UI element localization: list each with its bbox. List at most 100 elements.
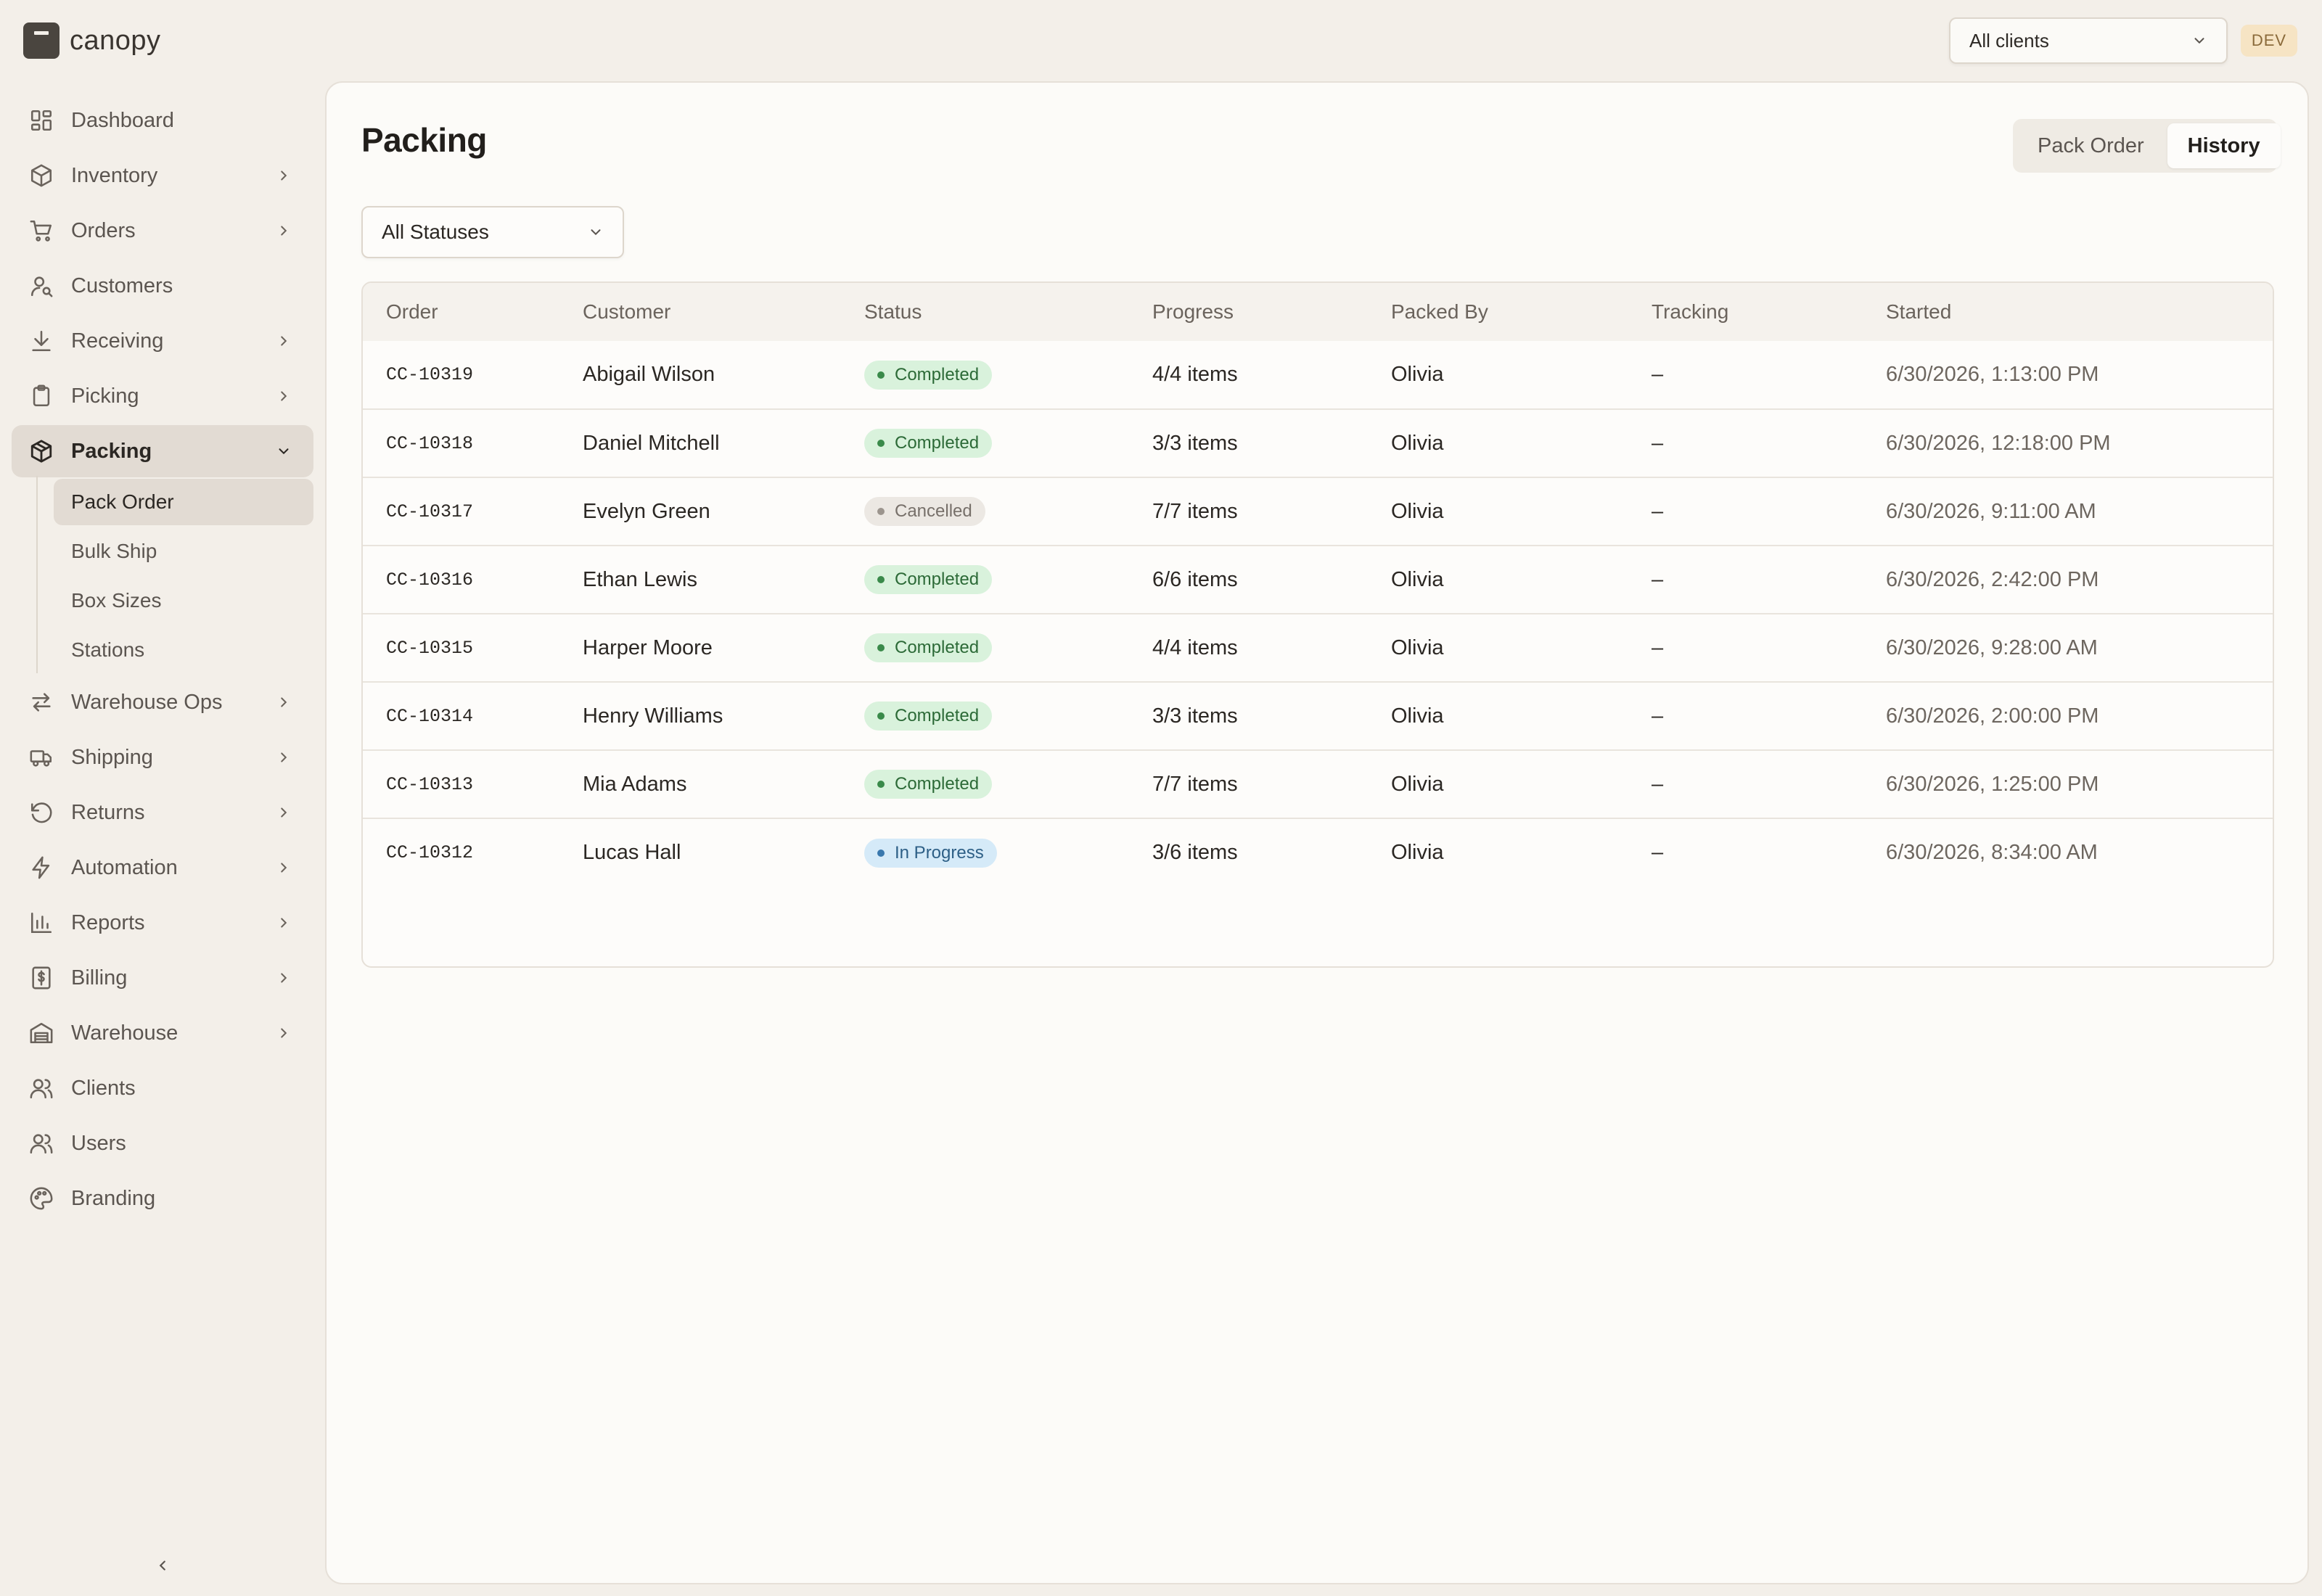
tracking: – [1652,841,1664,864]
sidebar-item-warehouse[interactable]: Warehouse [12,1007,313,1059]
sidebar-item-orders[interactable]: Orders [12,205,313,257]
order-id[interactable]: CC-10315 [363,614,559,682]
sidebar-item-inventory[interactable]: Inventory [12,149,313,202]
sidebar-item-dashboard[interactable]: Dashboard [12,94,313,147]
sidebar-item-label: Billing [71,966,128,990]
status-cell: Completed [841,546,1129,614]
sidebar-item-returns[interactable]: Returns [12,786,313,839]
sidebar-item-packing[interactable]: Packing [12,425,313,477]
status-filter-select[interactable]: All Statuses [361,206,624,258]
sidebar-item-warehouse-ops[interactable]: Warehouse Ops [12,676,313,728]
progress: 3/3 items [1152,431,1238,455]
order-id[interactable]: CC-10316 [363,546,559,614]
packed-by: Olivia [1391,499,1444,523]
sidebar-subitem-box-sizes[interactable]: Box Sizes [54,577,313,624]
table-row[interactable]: CC-10318 Daniel Mitchell Completed 3/3 i… [363,409,2273,477]
status-cell: Completed [841,409,1129,477]
sidebar-item-branding[interactable]: Branding [12,1172,313,1225]
column-header-customer[interactable]: Customer [559,283,841,341]
packed-by: Olivia [1391,363,1444,386]
sidebar-item-label: Inventory [71,163,158,187]
status-label: In Progress [895,842,984,863]
column-header-order[interactable]: Order [363,283,559,341]
column-header-status[interactable]: Status [841,283,1129,341]
user-search-icon [30,276,53,297]
started-time: 6/30/2026, 9:28:00 AM [1886,635,2098,659]
chevron-down-icon [279,448,289,455]
view-toggle: Pack Order History [2013,119,2281,173]
tab-pack-order[interactable]: Pack Order [2017,123,2165,168]
order-id[interactable]: CC-10312 [363,818,559,887]
table-row[interactable]: CC-10317 Evelyn Green Cancelled 7/7 item… [363,477,2273,546]
customer-name: Daniel Mitchell [583,431,720,455]
status-cell: In Progress [841,818,1129,887]
table-row[interactable]: CC-10313 Mia Adams Completed 7/7 items O… [363,750,2273,818]
lightning-icon [32,856,50,879]
users-icon [30,1134,53,1154]
tab-history[interactable]: History [2167,123,2281,168]
progress: 3/6 items [1152,841,1238,864]
column-header-progress[interactable]: Progress [1129,283,1368,341]
sidebar-item-picking[interactable]: Picking [12,370,313,422]
sidebar-subitem-bulk-ship[interactable]: Bulk Ship [54,528,313,575]
status-dot-icon [877,712,885,720]
column-header-tracking[interactable]: Tracking [1628,283,1863,341]
table-header-row: Order Customer Status Progress Packed By… [363,283,2273,341]
sidebar-item-label: Automation [71,855,178,879]
app-name: canopy [70,25,161,56]
packed-by: Olivia [1391,772,1444,796]
order-id[interactable]: CC-10317 [363,477,559,546]
dashboard-icon [30,110,52,131]
page-title: Packing [361,121,487,159]
progress: 4/4 items [1152,635,1238,659]
clipboard-icon [33,384,50,407]
progress: 3/3 items [1152,704,1238,728]
sidebar-item-reports[interactable]: Reports [12,897,313,949]
table-row[interactable]: CC-10319 Abigail Wilson Completed 4/4 it… [363,341,2273,409]
status-badge: In Progress [864,838,997,868]
status-dot-icon [877,576,885,583]
client-select[interactable]: All clients [1949,17,2228,64]
status-dot-icon [877,371,885,379]
tracking: – [1652,567,1664,591]
table-row[interactable]: CC-10315 Harper Moore Completed 4/4 item… [363,614,2273,682]
tracking: – [1652,635,1664,659]
packed-by: Olivia [1391,567,1444,591]
column-header-started[interactable]: Started [1863,283,2273,341]
sidebar-subitem-pack-order[interactable]: Pack Order [54,479,313,525]
started-time: 6/30/2026, 12:18:00 PM [1886,431,2111,455]
table-row[interactable]: CC-10312 Lucas Hall In Progress 3/6 item… [363,818,2273,887]
started-time: 6/30/2026, 2:42:00 PM [1886,567,2099,591]
status-label: Completed [895,364,980,384]
table-row[interactable]: CC-10314 Henry Williams Completed 3/3 it… [363,682,2273,750]
progress: 6/6 items [1152,567,1238,591]
chevron-right-icon [281,336,287,346]
sidebar-item-users[interactable]: Users [12,1117,313,1169]
column-header-packed-by[interactable]: Packed By [1368,283,1628,341]
sidebar-item-customers[interactable]: Customers [12,260,313,312]
sidebar-subitem-stations[interactable]: Stations [54,627,313,673]
brand-logo[interactable]: canopy [23,20,161,61]
collapse-sidebar-button[interactable] [149,1552,176,1579]
order-id[interactable]: CC-10318 [363,409,559,477]
sidebar-item-clients[interactable]: Clients [12,1062,313,1114]
customer-name: Mia Adams [583,772,687,796]
sidebar-item-shipping[interactable]: Shipping [12,731,313,783]
sidebar-subitem-label: Bulk Ship [71,540,157,562]
main-panel: Packing Pack Order History All Statuses … [325,81,2309,1584]
chevron-right-icon [281,973,287,983]
table-row[interactable]: CC-10316 Ethan Lewis Completed 6/6 items… [363,546,2273,614]
customer-name: Abigail Wilson [583,363,715,386]
status-dot-icon [877,440,885,447]
sidebar-item-label: Users [71,1131,126,1155]
order-id[interactable]: CC-10313 [363,750,559,818]
box-icon [30,164,52,187]
sidebar-item-billing[interactable]: Billing [12,952,313,1004]
sidebar-item-automation[interactable]: Automation [12,842,313,894]
order-id[interactable]: CC-10314 [363,682,559,750]
sidebar-subitem-label: Box Sizes [71,589,162,612]
status-label: Completed [895,569,980,589]
warehouse-icon [30,1022,53,1044]
order-id[interactable]: CC-10319 [363,341,559,409]
sidebar-item-receiving[interactable]: Receiving [12,315,313,367]
